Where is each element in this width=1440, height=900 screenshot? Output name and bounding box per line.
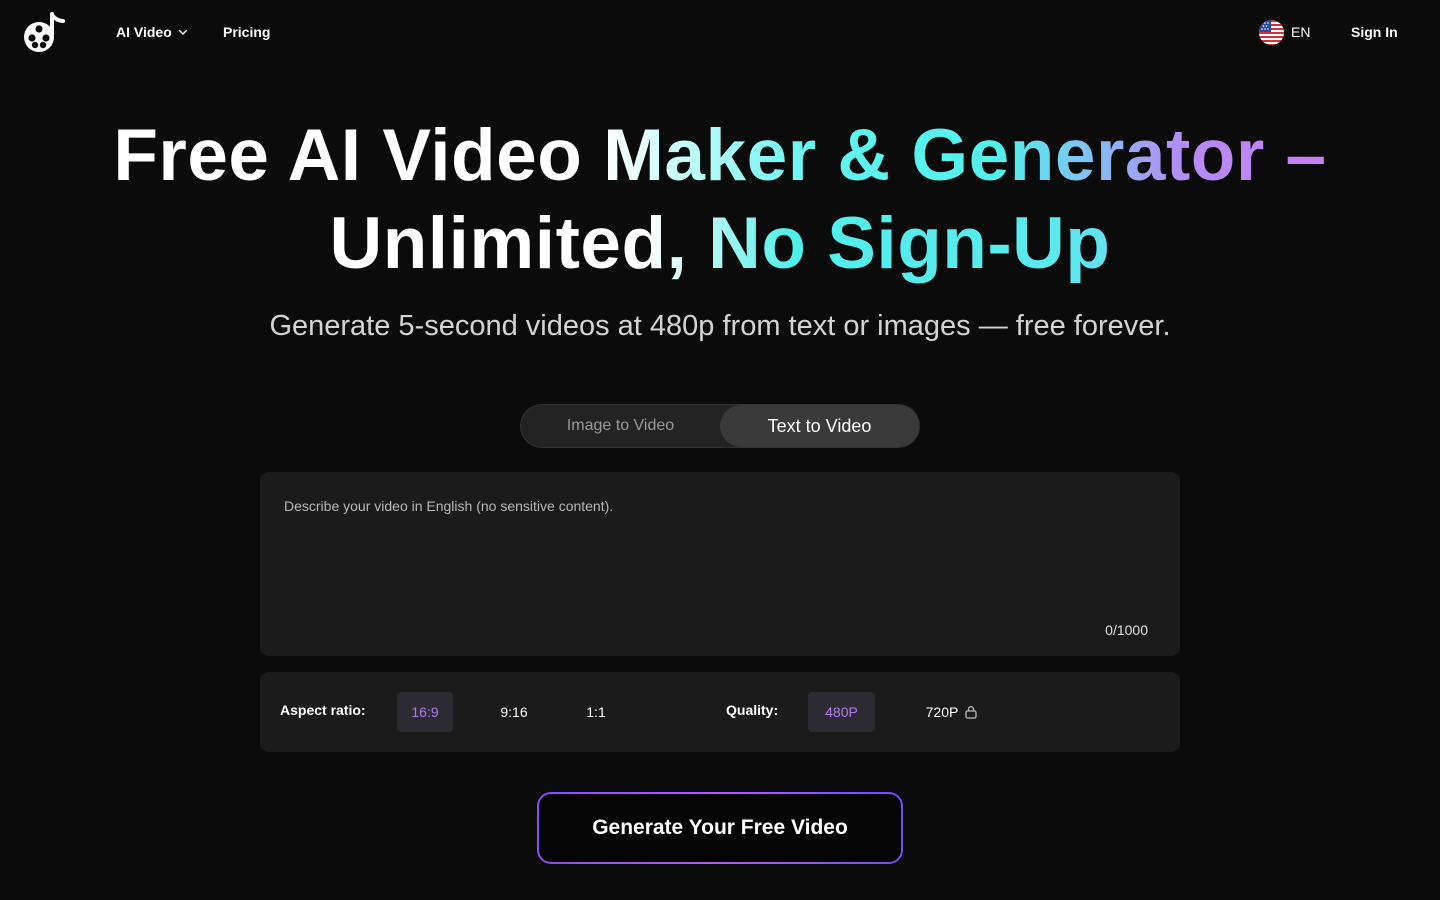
quality-label: Quality: bbox=[726, 702, 779, 718]
hero-title-gradient: Maker & Generator – bbox=[603, 115, 1327, 196]
aspect-ratio-1-1[interactable]: 1:1 bbox=[570, 692, 622, 732]
generate-video-label: Generate Your Free Video bbox=[539, 794, 901, 862]
language-label: EN bbox=[1291, 24, 1311, 40]
tab-image-to-video[interactable]: Image to Video bbox=[521, 405, 720, 447]
hero-title-plain: Free AI Video bbox=[113, 115, 604, 196]
quality-720p[interactable]: 720P bbox=[912, 692, 992, 732]
nav-ai-video[interactable]: AI Video bbox=[116, 22, 188, 42]
aspect-ratio-label: Aspect ratio: bbox=[280, 702, 366, 718]
hero-title-line2: Unlimited, No Sign-Up bbox=[0, 200, 1440, 288]
quality-480p[interactable]: 480P bbox=[808, 692, 875, 732]
hero-title-line1: Free AI Video Maker & Generator – bbox=[0, 112, 1440, 200]
mode-tabs: Image to Video Text to Video bbox=[520, 404, 920, 448]
prompt-input[interactable] bbox=[260, 472, 1180, 656]
us-flag-icon bbox=[1259, 19, 1284, 45]
nav-ai-video-label: AI Video bbox=[116, 24, 172, 40]
character-counter: 0/1000 bbox=[1105, 622, 1148, 638]
generate-video-button[interactable]: Generate Your Free Video bbox=[537, 792, 903, 864]
logo-icon[interactable] bbox=[22, 12, 66, 54]
options-bar: Aspect ratio: 16:9 9:16 1:1 Quality: 480… bbox=[260, 672, 1180, 752]
hero-subtitle: Generate 5-second videos at 480p from te… bbox=[269, 310, 1171, 342]
prompt-box: 0/1000 bbox=[260, 472, 1180, 656]
nav-pricing[interactable]: Pricing bbox=[223, 22, 270, 42]
quality-720p-label: 720P bbox=[925, 704, 959, 720]
sign-in-button[interactable]: Sign In bbox=[1351, 22, 1398, 42]
hero-title: Free AI Video Maker & Generator – Unlimi… bbox=[0, 112, 1440, 288]
tab-text-to-video[interactable]: Text to Video bbox=[720, 405, 919, 447]
aspect-ratio-16-9[interactable]: 16:9 bbox=[397, 692, 453, 732]
site-header: AI Video Pricing EN Sign In bbox=[0, 0, 1440, 64]
language-selector[interactable]: EN bbox=[1259, 19, 1310, 45]
chevron-down-icon bbox=[178, 29, 188, 36]
aspect-ratio-9-16[interactable]: 9:16 bbox=[486, 692, 542, 732]
lock-icon bbox=[965, 706, 977, 719]
